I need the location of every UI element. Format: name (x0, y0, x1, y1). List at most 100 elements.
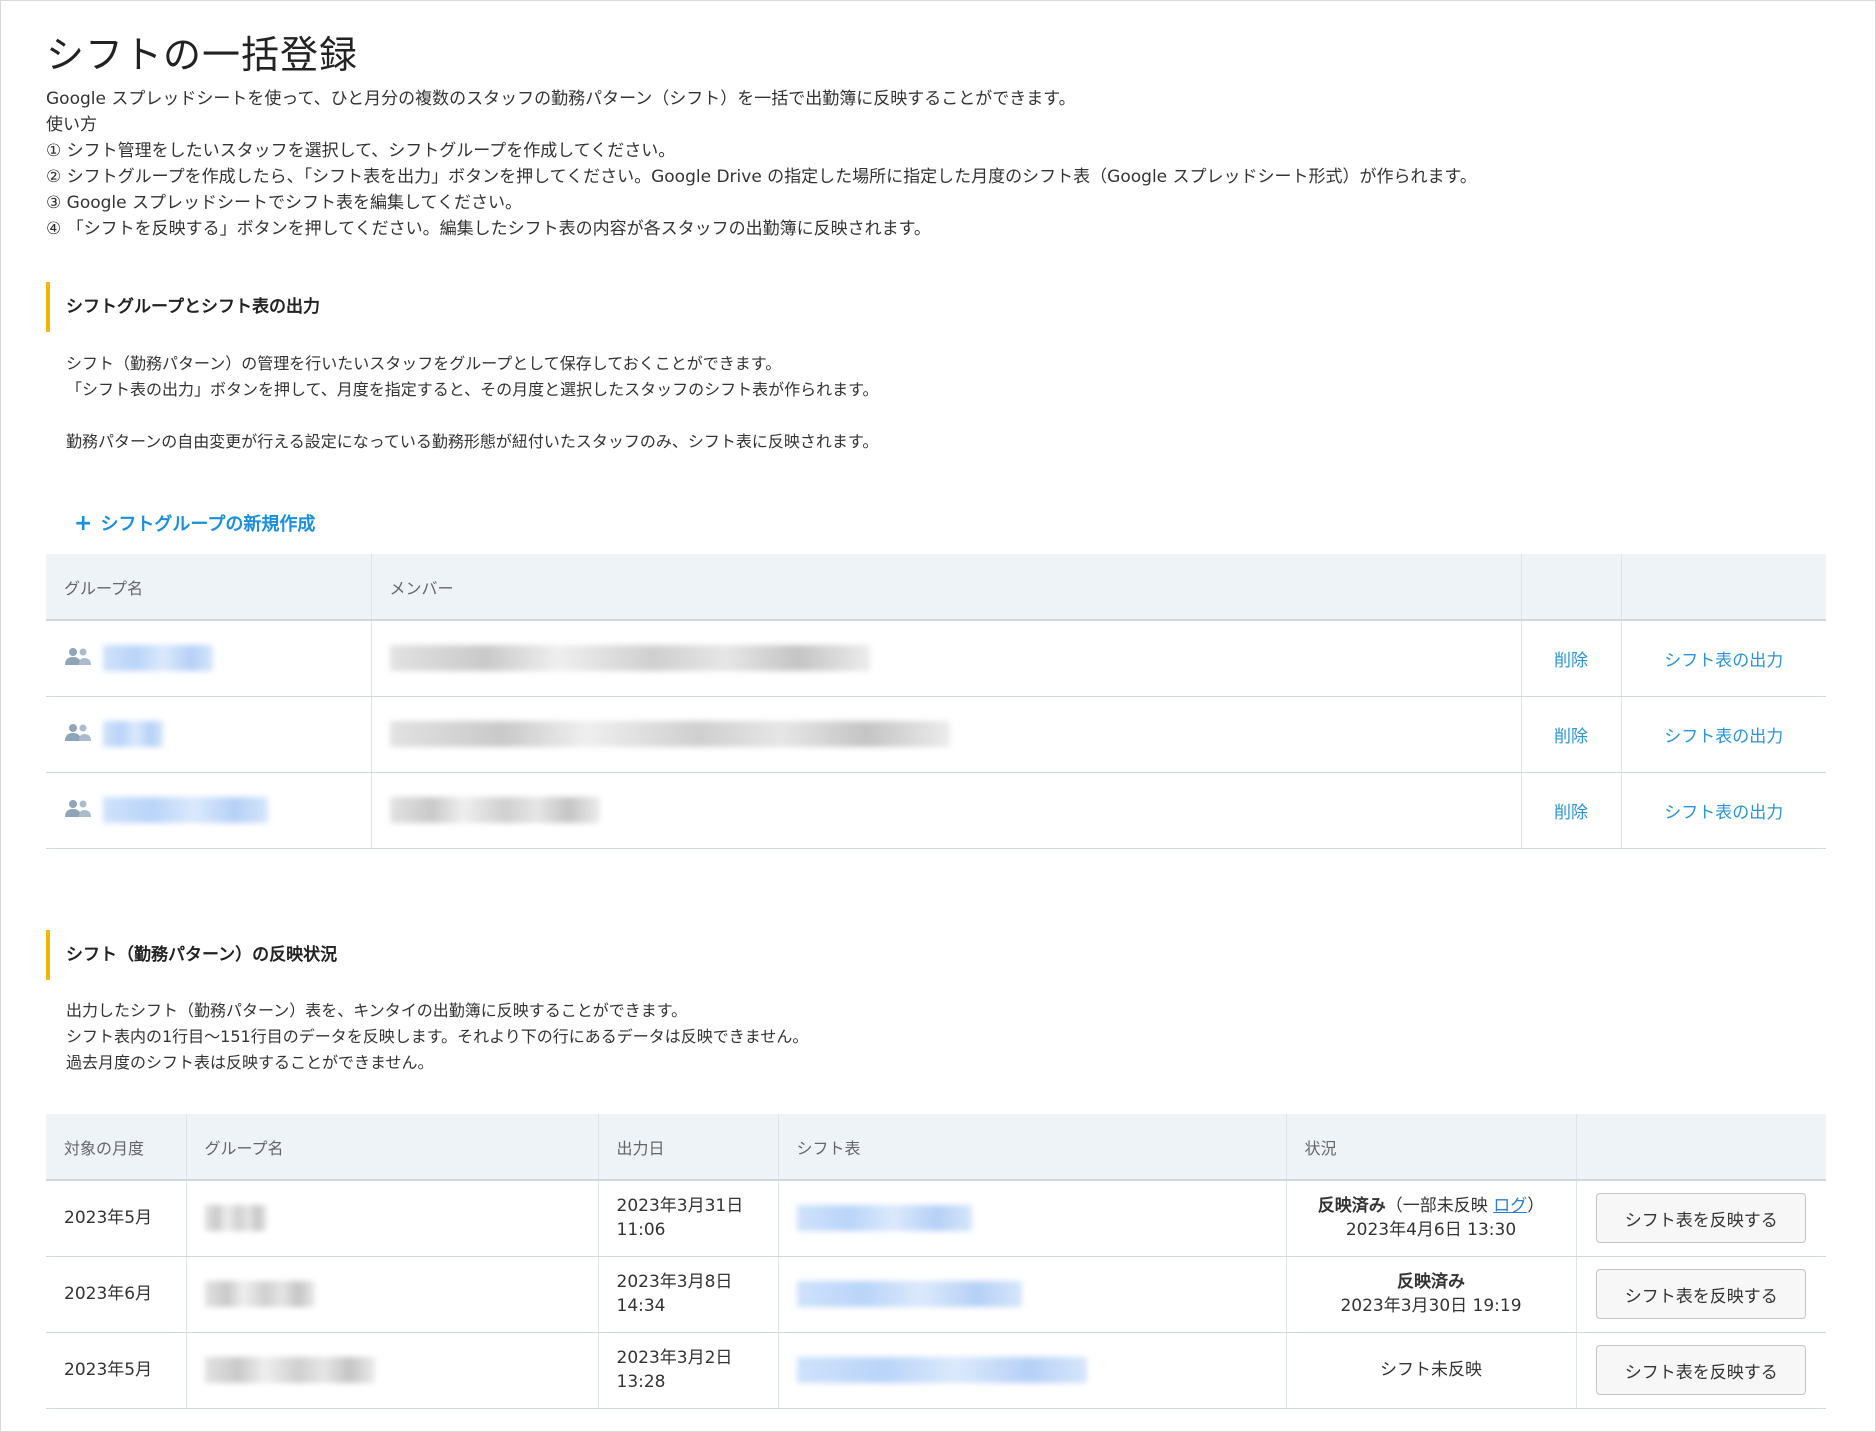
export-shift-sheet-link[interactable]: シフト表の出力 (1621, 696, 1826, 773)
page-title: シフトの一括登録 (46, 33, 359, 77)
action-cell: シフト表を反映する (1576, 1256, 1826, 1333)
people-group-icon (64, 646, 92, 671)
status-cell: シフト未反映 (1286, 1332, 1577, 1409)
delete-group-link[interactable]: 削除 (1521, 772, 1622, 849)
table-row: 削除 シフト表の出力 (46, 772, 1826, 849)
shift-sheet-link[interactable] (796, 1281, 1022, 1307)
status-label: 反映済み (1397, 1272, 1465, 1292)
desc-line: 「シフト表の出力」ボタンを押して、月度を指定すると、その月度と選択したスタッフの… (66, 380, 879, 399)
output-date-cell: 2023年3月8日 14:34 (598, 1256, 779, 1333)
people-group-icon (64, 722, 92, 747)
reflect-shift-button[interactable]: シフト表を反映する (1596, 1193, 1807, 1244)
desc-line: 過去月度のシフト表は反映することができません。 (66, 1053, 434, 1072)
table-row: 削除 シフト表の出力 (46, 696, 1826, 773)
intro-line: ③ Google スプレッドシートでシフト表を編集してください。 (46, 193, 522, 213)
table-header-row: 対象の月度 グループ名 出力日 シフト表 状況 (46, 1114, 1826, 1181)
reflect-shift-button[interactable]: シフト表を反映する (1596, 1345, 1807, 1395)
output-time: 11:06 (616, 1220, 666, 1241)
desc-line: 出力したシフト（勤務パターン）表を、キンタイの出勤簿に反映することができます。 (66, 1001, 688, 1020)
members-redacted (389, 645, 870, 672)
status-date: 2023年4月6日 13:30 (1345, 1220, 1517, 1241)
table-row: 削除 シフト表の出力 (46, 620, 1826, 697)
table-row: 2023年5月 2023年3月2日 13:28 シフト未反映 シフト表を反映する (46, 1332, 1826, 1409)
delete-group-link[interactable]: 削除 (1521, 620, 1622, 697)
plus-icon: + (74, 511, 93, 536)
output-time: 13:28 (616, 1372, 666, 1392)
intro-line: ② シフトグループを作成したら、「シフト表を出力」ボタンを押してください。Goo… (46, 167, 1477, 187)
group-name-redacted (204, 1357, 375, 1383)
intro-line: ① シフト管理をしたいスタッフを選択して、シフトグループを作成してください。 (46, 141, 676, 161)
members-cell (371, 772, 1522, 849)
group-name-cell (46, 620, 372, 697)
output-time: 14:34 (616, 1296, 666, 1316)
members-cell (371, 620, 1522, 697)
month-cell: 2023年5月 (46, 1180, 187, 1257)
column-header-empty (1521, 554, 1622, 621)
delete-group-link[interactable]: 削除 (1521, 696, 1622, 773)
status-partial-close: ） (1527, 1196, 1545, 1217)
members-redacted (389, 721, 950, 747)
output-date: 2023年3月8日 (616, 1272, 733, 1292)
column-header-member: メンバー (371, 554, 1522, 621)
status-log-link[interactable]: ログ (1493, 1196, 1527, 1216)
desc-line: 勤務パターンの自由変更が行える設定になっている勤務形態が紐付いたスタッフのみ、シ… (66, 432, 879, 451)
group-name-redacted[interactable] (103, 721, 164, 747)
shift-sheet-link[interactable] (796, 1205, 972, 1232)
members-cell (371, 696, 1522, 773)
status-date: 2023年3月30日 19:19 (1340, 1296, 1522, 1316)
export-shift-sheet-link[interactable]: シフト表の出力 (1621, 772, 1826, 849)
people-group-icon (64, 798, 92, 823)
group-cell (186, 1256, 599, 1333)
column-header-month: 対象の月度 (46, 1114, 187, 1181)
groups-section-title: シフトグループとシフト表の出力 (46, 282, 320, 332)
intro-line: 使い方 (46, 115, 97, 135)
action-cell: シフト表を反映する (1576, 1332, 1826, 1409)
status-section-desc: 出力したシフト（勤務パターン）表を、キンタイの出勤簿に反映することができます。 … (66, 998, 808, 1076)
members-redacted (389, 797, 600, 823)
status-label: 反映済み (1317, 1196, 1386, 1217)
column-header-sheet: シフト表 (778, 1114, 1287, 1181)
group-name-cell (46, 696, 372, 773)
shift-group-table: グループ名 メンバー 削除 シフト表の出力 削除 シフト表の出力 削除 シフト表… (46, 554, 1826, 849)
reflect-shift-button[interactable]: シフト表を反映する (1596, 1269, 1807, 1319)
sheet-cell (778, 1332, 1287, 1409)
column-header-date: 出力日 (598, 1114, 779, 1181)
desc-spacer (66, 403, 878, 429)
new-shift-group-link[interactable]: + シフトグループの新規作成 (74, 510, 315, 536)
new-shift-group-label: シフトグループの新規作成 (100, 514, 316, 535)
group-cell (186, 1180, 599, 1257)
shift-sheet-link[interactable] (796, 1357, 1087, 1383)
output-date-cell: 2023年3月2日 13:28 (598, 1332, 779, 1409)
column-header-empty (1576, 1114, 1826, 1181)
group-name-cell (46, 772, 372, 849)
status-cell: 反映済み（一部未反映 ログ） 2023年4月6日 13:30 (1286, 1180, 1577, 1257)
table-header-row: グループ名 メンバー (46, 554, 1826, 621)
intro-line: Google スプレッドシートを使って、ひと月分の複数のスタッフの勤務パターン（… (46, 89, 1076, 109)
column-header-status: 状況 (1286, 1114, 1577, 1181)
status-section-title: シフト（勤務パターン）の反映状況 (46, 930, 337, 980)
sheet-cell (778, 1180, 1287, 1257)
group-name-redacted[interactable] (103, 797, 269, 823)
month-cell: 2023年5月 (46, 1332, 187, 1409)
export-shift-sheet-link[interactable]: シフト表の出力 (1621, 620, 1826, 697)
table-row: 2023年6月 2023年3月8日 14:34 反映済み 2023年3月30日 … (46, 1256, 1826, 1333)
shift-status-table: 対象の月度 グループ名 出力日 シフト表 状況 2023年5月 2023年3月3… (46, 1114, 1826, 1409)
output-date: 2023年3月31日 (616, 1196, 744, 1217)
column-header-empty (1621, 554, 1826, 621)
sheet-cell (778, 1256, 1287, 1333)
groups-section-desc: シフト（勤務パターン）の管理を行いたいスタッフをグループとして保存しておくことが… (66, 351, 878, 455)
action-cell: シフト表を反映する (1576, 1180, 1826, 1257)
status-cell: 反映済み 2023年3月30日 19:19 (1286, 1256, 1577, 1333)
output-date: 2023年3月2日 (616, 1348, 733, 1368)
month-cell: 2023年6月 (46, 1256, 187, 1333)
desc-line: シフト表内の1行目〜151行目のデータを反映します。それより下の行にあるデータは… (66, 1027, 809, 1046)
column-header-group: グループ名 (186, 1114, 599, 1181)
group-name-redacted (204, 1205, 267, 1232)
desc-line: シフト（勤務パターン）の管理を行いたいスタッフをグループとして保存しておくことが… (66, 354, 782, 373)
status-partial: （一部未反映 (1385, 1196, 1494, 1217)
table-row: 2023年5月 2023年3月31日 11:06 反映済み（一部未反映 ログ） … (46, 1180, 1826, 1257)
output-date-cell: 2023年3月31日 11:06 (598, 1180, 779, 1257)
column-header-group: グループ名 (46, 554, 372, 621)
group-name-redacted[interactable] (103, 645, 214, 672)
intro-line: ④ 「シフトを反映する」ボタンを押してください。編集したシフト表の内容が各スタッ… (46, 219, 931, 239)
